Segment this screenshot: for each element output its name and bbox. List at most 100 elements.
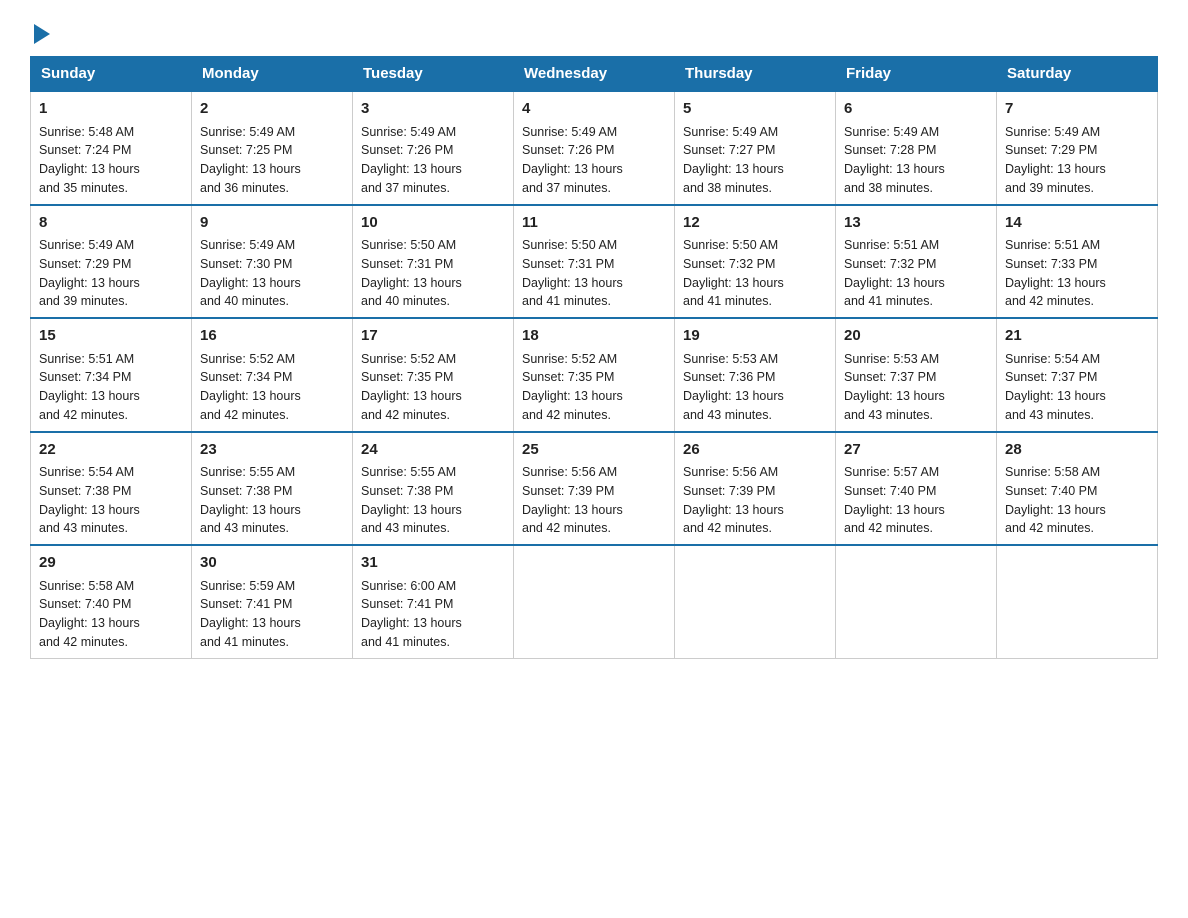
calendar-cell: 22 Sunrise: 5:54 AM Sunset: 7:38 PM Dayl…: [31, 432, 192, 546]
daylight-label: Daylight: 13 hours: [1005, 503, 1106, 517]
calendar-cell: 24 Sunrise: 5:55 AM Sunset: 7:38 PM Dayl…: [353, 432, 514, 546]
sunset-label: Sunset: 7:27 PM: [683, 143, 775, 157]
sunset-label: Sunset: 7:37 PM: [1005, 370, 1097, 384]
sunset-label: Sunset: 7:34 PM: [200, 370, 292, 384]
daylight-label: Daylight: 13 hours: [522, 389, 623, 403]
day-number: 23: [200, 439, 344, 462]
daylight-minutes: and 37 minutes.: [361, 181, 450, 195]
sunset-label: Sunset: 7:36 PM: [683, 370, 775, 384]
daylight-minutes: and 42 minutes.: [39, 408, 128, 422]
day-number: 11: [522, 212, 666, 235]
page-header: [30, 20, 1158, 40]
day-number: 31: [361, 552, 505, 575]
calendar-week-row: 1 Sunrise: 5:48 AM Sunset: 7:24 PM Dayli…: [31, 91, 1158, 205]
daylight-minutes: and 35 minutes.: [39, 181, 128, 195]
logo: [30, 20, 50, 40]
day-number: 15: [39, 325, 183, 348]
sunrise-label: Sunrise: 5:49 AM: [844, 125, 939, 139]
daylight-label: Daylight: 13 hours: [844, 503, 945, 517]
calendar-cell: 30 Sunrise: 5:59 AM Sunset: 7:41 PM Dayl…: [192, 545, 353, 658]
sunset-label: Sunset: 7:41 PM: [361, 597, 453, 611]
calendar-cell: 21 Sunrise: 5:54 AM Sunset: 7:37 PM Dayl…: [997, 318, 1158, 432]
day-number: 9: [200, 212, 344, 235]
daylight-minutes: and 38 minutes.: [683, 181, 772, 195]
calendar-cell: 12 Sunrise: 5:50 AM Sunset: 7:32 PM Dayl…: [675, 205, 836, 319]
daylight-minutes: and 38 minutes.: [844, 181, 933, 195]
day-number: 30: [200, 552, 344, 575]
day-number: 13: [844, 212, 988, 235]
calendar-cell: 3 Sunrise: 5:49 AM Sunset: 7:26 PM Dayli…: [353, 91, 514, 205]
calendar-cell: 20 Sunrise: 5:53 AM Sunset: 7:37 PM Dayl…: [836, 318, 997, 432]
sunrise-label: Sunrise: 5:49 AM: [200, 125, 295, 139]
sunrise-label: Sunrise: 5:52 AM: [361, 352, 456, 366]
sunset-label: Sunset: 7:25 PM: [200, 143, 292, 157]
sunrise-label: Sunrise: 5:54 AM: [1005, 352, 1100, 366]
sunrise-label: Sunrise: 5:49 AM: [522, 125, 617, 139]
daylight-minutes: and 37 minutes.: [522, 181, 611, 195]
daylight-label: Daylight: 13 hours: [683, 503, 784, 517]
calendar-cell: 17 Sunrise: 5:52 AM Sunset: 7:35 PM Dayl…: [353, 318, 514, 432]
sunrise-label: Sunrise: 5:55 AM: [361, 465, 456, 479]
day-number: 29: [39, 552, 183, 575]
calendar-cell: 13 Sunrise: 5:51 AM Sunset: 7:32 PM Dayl…: [836, 205, 997, 319]
daylight-label: Daylight: 13 hours: [1005, 389, 1106, 403]
sunset-label: Sunset: 7:38 PM: [361, 484, 453, 498]
calendar-cell: 25 Sunrise: 5:56 AM Sunset: 7:39 PM Dayl…: [514, 432, 675, 546]
day-number: 3: [361, 98, 505, 121]
sunset-label: Sunset: 7:39 PM: [683, 484, 775, 498]
sunset-label: Sunset: 7:40 PM: [39, 597, 131, 611]
sunset-label: Sunset: 7:38 PM: [200, 484, 292, 498]
sunset-label: Sunset: 7:35 PM: [361, 370, 453, 384]
sunrise-label: Sunrise: 5:49 AM: [683, 125, 778, 139]
sunrise-label: Sunrise: 5:53 AM: [683, 352, 778, 366]
daylight-label: Daylight: 13 hours: [200, 616, 301, 630]
daylight-label: Daylight: 13 hours: [522, 162, 623, 176]
calendar-cell: 2 Sunrise: 5:49 AM Sunset: 7:25 PM Dayli…: [192, 91, 353, 205]
daylight-minutes: and 39 minutes.: [39, 294, 128, 308]
calendar-cell: [675, 545, 836, 658]
sunset-label: Sunset: 7:38 PM: [39, 484, 131, 498]
sunrise-label: Sunrise: 5:54 AM: [39, 465, 134, 479]
sunrise-label: Sunrise: 5:56 AM: [683, 465, 778, 479]
sunrise-label: Sunrise: 5:55 AM: [200, 465, 295, 479]
daylight-label: Daylight: 13 hours: [844, 276, 945, 290]
sunrise-label: Sunrise: 5:58 AM: [1005, 465, 1100, 479]
daylight-minutes: and 43 minutes.: [200, 521, 289, 535]
daylight-minutes: and 36 minutes.: [200, 181, 289, 195]
sunrise-label: Sunrise: 5:57 AM: [844, 465, 939, 479]
day-number: 2: [200, 98, 344, 121]
daylight-minutes: and 41 minutes.: [683, 294, 772, 308]
daylight-label: Daylight: 13 hours: [522, 276, 623, 290]
sunset-label: Sunset: 7:31 PM: [361, 257, 453, 271]
daylight-minutes: and 42 minutes.: [522, 521, 611, 535]
sunset-label: Sunset: 7:28 PM: [844, 143, 936, 157]
calendar-cell: 31 Sunrise: 6:00 AM Sunset: 7:41 PM Dayl…: [353, 545, 514, 658]
sunset-label: Sunset: 7:34 PM: [39, 370, 131, 384]
day-number: 17: [361, 325, 505, 348]
daylight-label: Daylight: 13 hours: [361, 616, 462, 630]
calendar-cell: 7 Sunrise: 5:49 AM Sunset: 7:29 PM Dayli…: [997, 91, 1158, 205]
daylight-label: Daylight: 13 hours: [39, 503, 140, 517]
calendar-week-row: 22 Sunrise: 5:54 AM Sunset: 7:38 PM Dayl…: [31, 432, 1158, 546]
daylight-label: Daylight: 13 hours: [361, 162, 462, 176]
daylight-minutes: and 41 minutes.: [844, 294, 933, 308]
daylight-label: Daylight: 13 hours: [844, 389, 945, 403]
calendar-cell: 4 Sunrise: 5:49 AM Sunset: 7:26 PM Dayli…: [514, 91, 675, 205]
daylight-label: Daylight: 13 hours: [522, 503, 623, 517]
daylight-minutes: and 42 minutes.: [200, 408, 289, 422]
daylight-minutes: and 43 minutes.: [1005, 408, 1094, 422]
calendar-cell: 27 Sunrise: 5:57 AM Sunset: 7:40 PM Dayl…: [836, 432, 997, 546]
col-header-wednesday: Wednesday: [514, 57, 675, 92]
sunset-label: Sunset: 7:33 PM: [1005, 257, 1097, 271]
sunset-label: Sunset: 7:41 PM: [200, 597, 292, 611]
day-number: 25: [522, 439, 666, 462]
calendar-cell: 29 Sunrise: 5:58 AM Sunset: 7:40 PM Dayl…: [31, 545, 192, 658]
daylight-label: Daylight: 13 hours: [1005, 276, 1106, 290]
day-number: 6: [844, 98, 988, 121]
daylight-minutes: and 42 minutes.: [683, 521, 772, 535]
day-number: 20: [844, 325, 988, 348]
day-number: 14: [1005, 212, 1149, 235]
day-number: 18: [522, 325, 666, 348]
sunset-label: Sunset: 7:32 PM: [844, 257, 936, 271]
calendar-cell: 1 Sunrise: 5:48 AM Sunset: 7:24 PM Dayli…: [31, 91, 192, 205]
